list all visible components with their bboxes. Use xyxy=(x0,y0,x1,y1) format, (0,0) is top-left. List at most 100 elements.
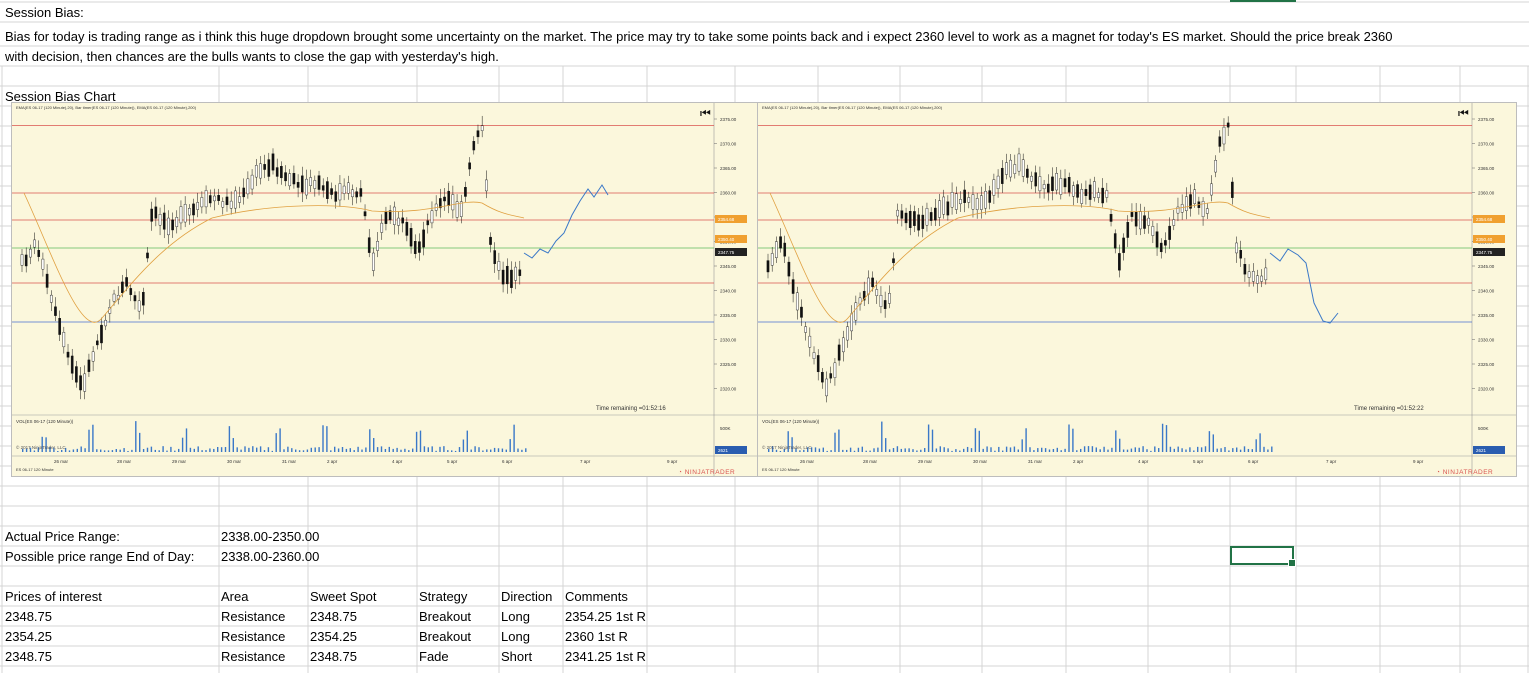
table-cell-area[interactable]: Resistance xyxy=(221,628,285,646)
candlestick xyxy=(234,190,237,209)
volume-bar xyxy=(951,450,953,452)
actual-range-value[interactable]: 2338.00-2350.00 xyxy=(221,528,319,546)
volume-bar xyxy=(908,448,910,452)
candlestick xyxy=(1042,184,1046,190)
volume-bar xyxy=(236,447,238,452)
volume-bar xyxy=(334,446,336,452)
volume-bar xyxy=(92,424,94,452)
table-cell-strategy[interactable]: Breakout xyxy=(419,628,471,646)
volume-bar xyxy=(283,449,285,452)
volume-bar xyxy=(521,449,523,452)
candlestick xyxy=(1134,211,1138,227)
volume-bar xyxy=(279,428,281,452)
table-header-sweet-spot[interactable]: Sweet Spot xyxy=(310,588,377,606)
table-cell-price[interactable]: 2348.75 xyxy=(5,608,52,626)
volume-bar xyxy=(959,450,961,452)
table-header-strategy[interactable]: Strategy xyxy=(419,588,467,606)
candlestick xyxy=(485,179,488,192)
candlestick xyxy=(380,222,384,233)
candlestick xyxy=(883,300,887,309)
candlestick xyxy=(1264,267,1268,281)
table-cell-area[interactable]: Resistance xyxy=(221,648,285,666)
table-cell-sweet-spot[interactable]: 2354.25 xyxy=(310,628,357,646)
fill-handle[interactable] xyxy=(1288,559,1296,567)
candlestick xyxy=(850,313,853,332)
session-bias-chart-right[interactable]: EMA(ES 06-17 (120 Minute),20), Bar timer… xyxy=(757,102,1517,477)
table-cell-area[interactable]: Resistance xyxy=(221,608,285,626)
volume-bar xyxy=(1239,449,1242,452)
chart-scroll-end-icon[interactable]: ⏮ xyxy=(700,106,711,120)
active-cell-selection[interactable] xyxy=(1230,546,1296,567)
possible-range-label[interactable]: Possible price range End of Day: xyxy=(5,548,194,566)
table-header-price[interactable]: Prices of interest xyxy=(5,588,102,606)
table-cell-comments[interactable]: 2354.25 1st R xyxy=(565,608,646,626)
chart-scroll-end-icon[interactable]: ⏮ xyxy=(1458,106,1469,120)
session-bias-label[interactable]: Session Bias: xyxy=(5,4,84,22)
table-cell-comments[interactable]: 2360 1st R xyxy=(565,628,628,646)
candlestick xyxy=(158,214,162,226)
candlestick xyxy=(934,207,937,221)
volume-bar xyxy=(314,447,316,452)
table-cell-direction[interactable]: Long xyxy=(501,628,530,646)
volume-bar xyxy=(466,430,468,452)
session-bias-chart-left[interactable]: EMA(ES 06-17 (120 Minute),20), Bar timer… xyxy=(11,102,759,477)
volume-bar xyxy=(1259,433,1261,452)
volume-bar xyxy=(365,447,367,452)
volume-bar xyxy=(1033,450,1035,452)
bias-text-line2[interactable]: with decision, then chances are the bull… xyxy=(5,48,499,66)
date-axis-label: 6 apr xyxy=(1248,459,1259,464)
volume-bar xyxy=(439,446,441,452)
candlestick xyxy=(875,289,879,296)
candlestick xyxy=(996,175,1000,189)
copyright: © 2017 NinjaTrader, LLC xyxy=(16,444,66,450)
volume-bar xyxy=(1169,446,1172,452)
candlestick xyxy=(800,306,803,318)
candlestick xyxy=(1130,212,1134,217)
volume-bar xyxy=(1087,446,1090,452)
table-header-area[interactable]: Area xyxy=(221,588,248,606)
table-cell-strategy[interactable]: Fade xyxy=(419,648,449,666)
actual-range-label[interactable]: Actual Price Range: xyxy=(5,528,120,546)
table-cell-comments[interactable]: 2341.25 1st R xyxy=(565,648,646,666)
candlestick xyxy=(1193,189,1197,204)
candlestick xyxy=(775,241,778,258)
bias-text-line1[interactable]: Bias for today is trading range as i thi… xyxy=(5,28,1393,46)
volume-bar xyxy=(1048,449,1051,452)
candlestick xyxy=(347,182,350,194)
volume-bar xyxy=(275,433,277,452)
candlestick xyxy=(296,182,300,188)
candlestick xyxy=(846,326,849,341)
candlestick xyxy=(271,153,275,171)
date-axis-label: 6 apr xyxy=(502,459,513,464)
volume-bar xyxy=(107,450,110,452)
table-cell-price[interactable]: 2348.75 xyxy=(5,648,52,666)
volume-bar xyxy=(220,447,223,452)
table-cell-direction[interactable]: Long xyxy=(501,608,530,626)
candlestick xyxy=(208,195,212,204)
volume-bar xyxy=(924,448,926,452)
price-axis-label: 2335.00 xyxy=(720,313,737,318)
volume-bar xyxy=(865,450,867,452)
volume-bar xyxy=(1052,448,1055,452)
candlestick xyxy=(1122,237,1125,253)
table-cell-direction[interactable]: Short xyxy=(501,648,532,666)
volume-bar xyxy=(158,450,160,452)
price-axis-label: 2340.00 xyxy=(1478,289,1495,294)
candlestick xyxy=(984,190,987,209)
possible-range-value[interactable]: 2338.00-2360.00 xyxy=(221,548,319,566)
table-cell-strategy[interactable]: Breakout xyxy=(419,608,471,626)
volume-bar xyxy=(1103,446,1105,452)
table-cell-sweet-spot[interactable]: 2348.75 xyxy=(310,608,357,626)
candlestick xyxy=(1000,167,1004,184)
table-header-direction[interactable]: Direction xyxy=(501,588,552,606)
table-cell-price[interactable]: 2354.25 xyxy=(5,628,52,646)
candlestick xyxy=(87,359,91,372)
volume-bar xyxy=(799,450,801,452)
table-cell-sweet-spot[interactable]: 2348.75 xyxy=(310,648,357,666)
volume-bar xyxy=(248,447,250,452)
candlestick xyxy=(146,252,149,259)
volume-bar xyxy=(1154,446,1156,452)
date-axis-label: 26 mar xyxy=(54,459,69,464)
table-header-comments[interactable]: Comments xyxy=(565,588,628,606)
candlestick xyxy=(133,295,137,302)
